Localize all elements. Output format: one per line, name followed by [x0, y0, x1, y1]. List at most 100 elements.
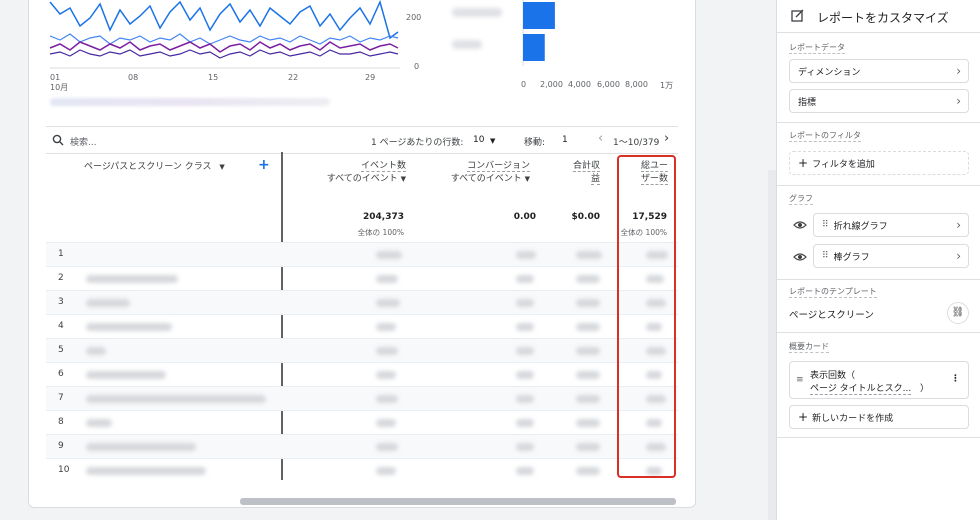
report-data-label: レポートデータ	[789, 43, 845, 54]
row-number: 10	[58, 465, 70, 475]
bar-x-tick-4: 6,000	[597, 80, 620, 89]
table-row[interactable]: 3	[46, 290, 678, 314]
metric-button[interactable]: 指標 ›	[789, 89, 969, 113]
y-tick-0: 0	[414, 62, 420, 71]
bar-x-tick-2: 2,000	[540, 80, 563, 89]
table-row[interactable]: 4	[46, 314, 678, 338]
col-header-revenue-line1: 合計収	[572, 161, 600, 172]
total-events: 204,373	[363, 212, 404, 222]
col-header-revenue[interactable]: 合計収 益	[560, 160, 600, 186]
x-tick-5: 29	[365, 73, 376, 82]
col-header-revenue-line2: 益	[590, 174, 600, 185]
caret-down-icon[interactable]: ▼	[401, 175, 406, 183]
x-tick-3: 15	[208, 73, 219, 82]
eye-icon[interactable]	[793, 220, 807, 230]
bar-x-tick-1: 0	[521, 80, 527, 89]
total-events-pct: 全体の 100%	[357, 228, 404, 237]
table-row[interactable]: 9	[46, 434, 678, 458]
goto-label: 移動:	[524, 138, 546, 148]
caret-down-icon[interactable]: ▼	[525, 175, 530, 183]
summary-card-label: 概要カード	[789, 342, 829, 353]
template-label: レポートのテンプレート	[789, 287, 877, 298]
row-number: 5	[58, 345, 64, 355]
col-header-conversions-line1: コンバージョン	[467, 161, 530, 172]
panel-title: レポートをカスタマイズ	[817, 11, 949, 25]
bar-label-1	[452, 8, 502, 17]
col-header-events-line2: すべてのイベント	[326, 174, 398, 184]
line-chart	[49, 0, 400, 69]
search-input[interactable]: 検索...	[70, 135, 97, 148]
col-header-conversions-line2: すべてのイベント	[450, 174, 522, 184]
table-row[interactable]: 1	[46, 242, 678, 266]
filter-label: レポートのフィルタ	[789, 131, 861, 142]
rows-per-page-label: 1 ページあたりの行数:	[371, 138, 464, 148]
table-toolbar: 検索... 1 ページあたりの行数: 10 ▼ 移動: 1 ‹ 1～10/379…	[46, 126, 678, 154]
table-row[interactable]: 10	[46, 458, 678, 482]
bar-chart	[522, 0, 555, 66]
rows-per-page-select[interactable]: 10	[473, 135, 484, 145]
col-header-events-line1: イベント数	[360, 161, 406, 172]
more-vert-icon[interactable]: ⋮	[951, 374, 960, 384]
col-header-conversions[interactable]: コンバージョン すべてのイベント ▼	[430, 160, 530, 186]
caret-down-icon[interactable]: ▼	[490, 137, 495, 145]
edit-report-icon	[791, 9, 804, 22]
goto-input[interactable]: 1	[562, 135, 568, 145]
summary-card-item[interactable]: ≡ 表示回数（ ページ タイトルとスク... ） ⋮	[789, 361, 969, 399]
drag-handle-icon[interactable]: ⠿	[822, 220, 829, 230]
dimension-button[interactable]: ディメンション ›	[789, 59, 969, 83]
total-conversions: 0.00	[513, 212, 536, 222]
add-filter-button[interactable]: + フィルタを追加	[789, 151, 969, 175]
search-icon[interactable]	[52, 134, 64, 146]
bar-2	[523, 34, 545, 61]
total-revenue: $0.00	[571, 212, 600, 222]
caret-down-icon[interactable]: ▼	[219, 163, 224, 171]
add-dimension-icon[interactable]: +	[258, 158, 270, 172]
bar-x-tick-5: 8,000	[625, 80, 648, 89]
row-number: 7	[58, 393, 64, 403]
y-tick-200: 200	[406, 13, 422, 22]
card-list-icon: ≡	[796, 375, 804, 385]
chevron-right-icon: ›	[956, 249, 961, 263]
line-series-2	[49, 33, 399, 45]
bar-x-tick-3: 4,000	[568, 80, 591, 89]
unlink-template-icon[interactable]: ⛓	[947, 302, 969, 324]
chevron-right-icon: ›	[956, 94, 961, 108]
template-value: ページとスクリーン	[789, 310, 874, 321]
dimension-header[interactable]: ページパスとスクリーン クラス ▼	[84, 161, 225, 174]
customize-report-panel: レポートをカスタマイズ レポートデータ ディメンション › 指標 › レポートの…	[776, 0, 980, 520]
row-number: 3	[58, 297, 64, 307]
row-number: 6	[58, 369, 64, 379]
bar-graph-item[interactable]: ⠿ 棒グラフ ›	[813, 244, 969, 268]
line-graph-item[interactable]: ⠿ 折れ線グラフ ›	[813, 213, 969, 237]
graph-label: グラフ	[789, 194, 813, 205]
bar-x-tick-6: 1万	[660, 81, 674, 90]
next-page-icon[interactable]: ›	[664, 131, 669, 146]
table-row[interactable]: 6	[46, 362, 678, 386]
table-row[interactable]: 2	[46, 266, 678, 290]
metric-label: 指標	[798, 97, 817, 108]
card-title-close: ）	[920, 384, 930, 394]
row-number: 2	[58, 273, 64, 283]
drag-handle-icon[interactable]: ⠿	[822, 251, 829, 261]
chart-legend	[50, 98, 330, 106]
users-column-highlight	[617, 155, 676, 478]
horizontal-scrollbar[interactable]	[240, 498, 676, 505]
card-title-line1: 表示回数（	[810, 371, 856, 381]
plus-icon: +	[798, 156, 809, 170]
vertical-scrollbar-track[interactable]	[768, 170, 776, 520]
col-header-events[interactable]: イベント数 すべてのイベント ▼	[300, 160, 406, 186]
plus-icon: +	[798, 410, 809, 424]
dimension-label: ディメンション	[798, 67, 861, 78]
eye-icon[interactable]	[793, 252, 807, 262]
new-card-button[interactable]: + 新しいカードを作成	[789, 405, 969, 429]
bar-label-2	[452, 40, 482, 49]
table-row[interactable]: 5	[46, 338, 678, 362]
table-row[interactable]: 8	[46, 410, 678, 434]
line-series-3	[49, 41, 399, 53]
x-tick-2: 08	[128, 73, 139, 82]
x-tick-4: 22	[288, 73, 299, 82]
prev-page-icon[interactable]: ‹	[598, 131, 603, 146]
bar-1	[523, 2, 555, 29]
table-row[interactable]: 7	[46, 386, 678, 410]
chevron-right-icon: ›	[956, 218, 961, 232]
